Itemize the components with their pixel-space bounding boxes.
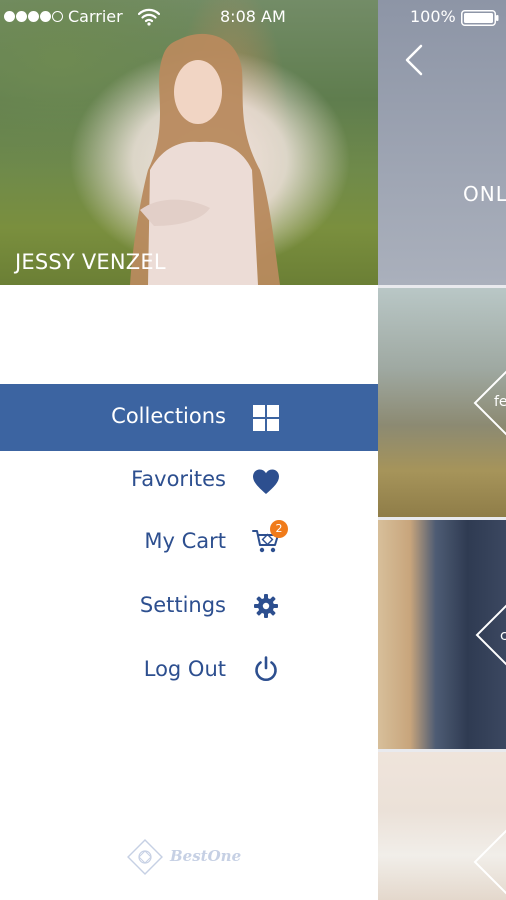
signal-strength-icon (4, 11, 64, 23)
profile-header[interactable]: JESSY VENZEL (0, 0, 378, 285)
tile-diamond-frame (473, 819, 506, 900)
battery-icon (461, 10, 499, 26)
status-bar: Carrier 8:08 AM 100% (0, 0, 506, 34)
collection-tile[interactable] (378, 752, 506, 900)
signal-dot (40, 11, 51, 22)
menu-item-collections[interactable]: Collections (0, 384, 378, 451)
brand-diamond-icon (127, 839, 163, 875)
main-content-panel: ONL fe c (378, 0, 506, 900)
wifi-icon (138, 8, 160, 26)
menu-item-label: My Cart (144, 529, 226, 553)
grid-icon (253, 405, 279, 431)
brand-name: BestOne (170, 847, 242, 865)
brand-logo: BestOne (124, 836, 244, 878)
content-header: ONL (378, 0, 506, 285)
power-icon (255, 656, 277, 681)
content-header-title: ONL (463, 182, 506, 206)
signal-dot (52, 11, 63, 22)
tile-label: c (500, 628, 506, 644)
navigation-drawer: JESSY VENZEL Collections Favorites My Ca… (0, 0, 378, 900)
menu-item-log-out[interactable]: Log Out (0, 640, 378, 707)
signal-dot (28, 11, 39, 22)
menu-item-label: Favorites (131, 467, 226, 491)
signal-dot (4, 11, 15, 22)
signal-dot (16, 11, 27, 22)
heart-icon (253, 469, 279, 494)
collection-tile[interactable]: fe (378, 288, 506, 517)
carrier-name: Carrier (68, 7, 123, 26)
menu-item-label: Settings (139, 593, 226, 617)
collection-tile[interactable]: c (378, 520, 506, 749)
profile-photo (130, 33, 280, 285)
battery-percentage: 100% (410, 7, 456, 26)
cart-count-badge: 2 (270, 520, 288, 538)
profile-name: JESSY VENZEL (15, 250, 166, 274)
tile-label: fe (494, 394, 506, 410)
gear-icon (254, 594, 278, 618)
menu-item-label: Collections (111, 404, 226, 428)
app-screen: ONL fe c JESSY VENZEL Collections Favori… (0, 0, 506, 900)
menu-item-my-cart[interactable]: My Cart (0, 512, 378, 579)
menu-item-settings[interactable]: Settings (0, 576, 378, 643)
menu-item-label: Log Out (143, 657, 226, 681)
status-time: 8:08 AM (220, 7, 286, 26)
back-chevron-icon[interactable] (404, 44, 424, 76)
menu-item-favorites[interactable]: Favorites (0, 451, 378, 518)
